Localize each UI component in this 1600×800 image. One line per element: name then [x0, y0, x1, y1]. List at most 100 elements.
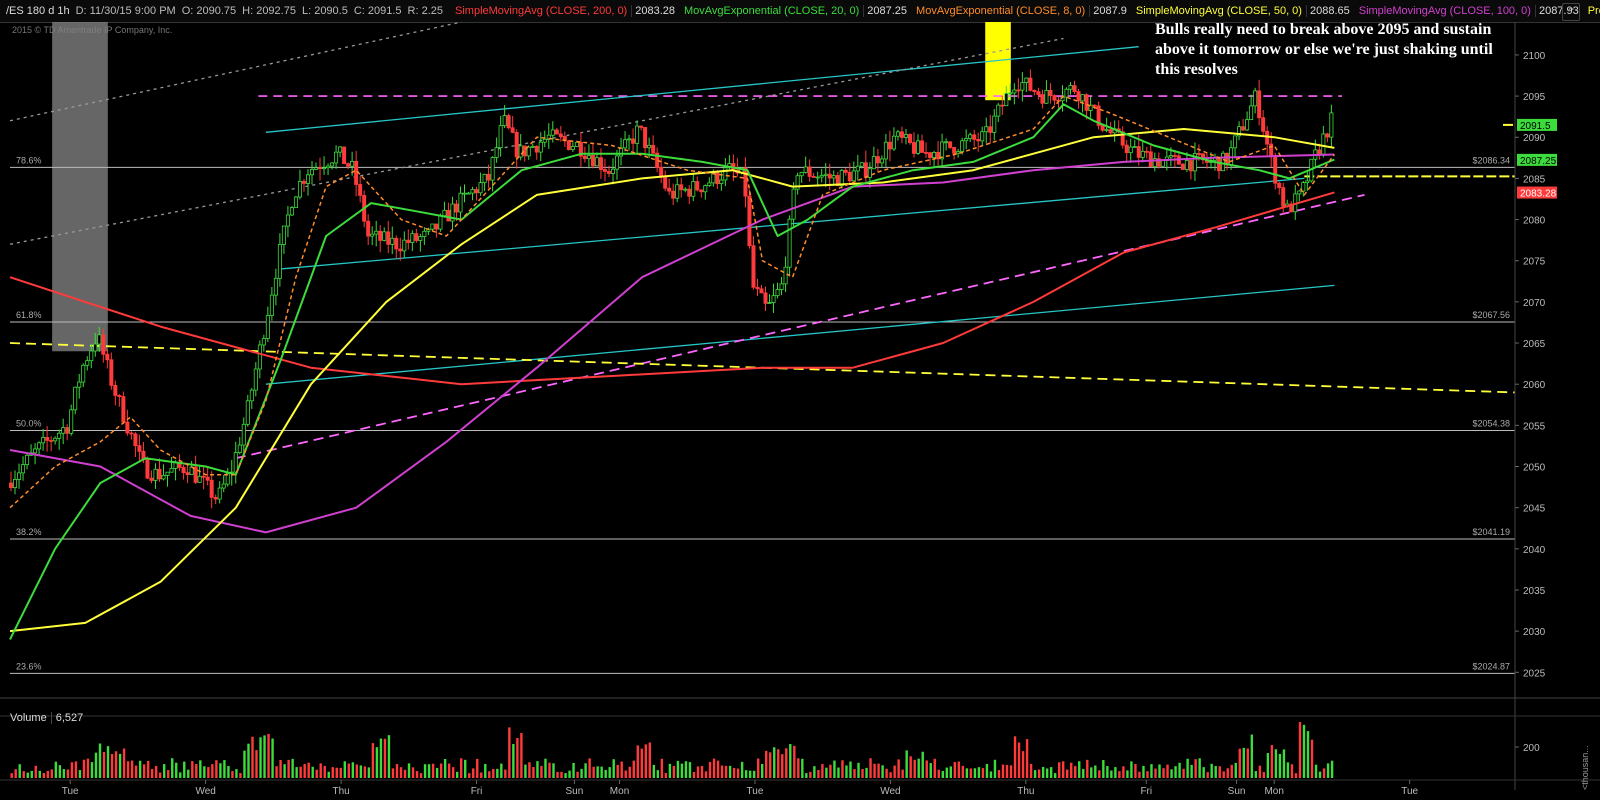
volume-bar — [1298, 722, 1302, 778]
volume-bar — [813, 766, 816, 778]
candle-body — [952, 147, 957, 154]
candle-body — [1136, 146, 1141, 158]
candle-body — [944, 141, 949, 144]
volume-bar — [1118, 771, 1121, 778]
y-tick-label: 2040 — [1523, 545, 1546, 556]
candle-body — [414, 233, 419, 241]
volume-bar — [403, 769, 407, 778]
candle-body — [1172, 155, 1177, 157]
volume-bar — [548, 762, 551, 778]
candle-body — [285, 214, 290, 227]
volume-bar — [556, 771, 559, 778]
candle-body — [940, 141, 945, 160]
candle-body — [301, 181, 306, 184]
candle-body — [522, 145, 527, 157]
volume-bar — [1194, 759, 1197, 778]
volume-bar — [708, 761, 712, 778]
y-tick-label: 2055 — [1523, 421, 1546, 432]
volume-bar — [744, 770, 748, 778]
candle-body — [875, 156, 880, 164]
volume-bar — [576, 771, 579, 778]
candle-body — [803, 166, 808, 173]
candle-body — [93, 343, 98, 352]
candle-body — [558, 133, 563, 137]
candle-body — [370, 233, 375, 237]
volume-bar — [1025, 739, 1029, 778]
volume-bar — [223, 760, 226, 778]
volume-bar — [363, 766, 367, 778]
volume-bar — [989, 771, 993, 778]
moving-average-line — [9, 191, 1335, 386]
volume-bar — [343, 761, 347, 778]
volume-bar — [235, 769, 238, 778]
volume-bar — [560, 771, 563, 778]
candle-body — [117, 395, 122, 397]
candle-body — [478, 182, 483, 194]
volume-bar — [142, 764, 146, 778]
volume-bar — [231, 771, 234, 778]
x-day-label: Wed — [195, 786, 215, 797]
candle-body — [366, 220, 371, 237]
volume-bar — [680, 763, 684, 778]
candle-body — [1180, 163, 1185, 170]
volume-bar — [1230, 764, 1233, 778]
price-chart[interactable]: 78.6% $2086.34 61.8% $2067.56 50.0% $2054.38 3… — [0, 0, 1600, 800]
volume-bar — [849, 761, 852, 778]
volume-bar — [945, 767, 949, 778]
x-day-label: Wed — [880, 786, 900, 797]
volume-bar — [1254, 771, 1258, 778]
candle-body — [161, 474, 166, 480]
volume-bar — [62, 769, 66, 778]
candle-body — [831, 175, 836, 179]
candle-body — [249, 389, 254, 402]
y-tick-label: 2065 — [1523, 339, 1546, 350]
candle-body — [1168, 155, 1173, 158]
volume-bar — [765, 750, 768, 778]
volume-bar — [468, 773, 471, 778]
volume-bar — [1170, 769, 1173, 778]
volume-bar — [728, 765, 732, 778]
candle-body — [193, 466, 198, 483]
candle-body — [1257, 90, 1262, 119]
volume-bar — [648, 742, 652, 778]
volume-bar — [195, 764, 198, 778]
volume-bar — [740, 761, 744, 778]
volume-bar — [163, 764, 166, 778]
candle-body — [1128, 146, 1133, 154]
volume-bar — [150, 768, 154, 778]
x-day-label: Mon — [610, 786, 629, 797]
volume-bar — [415, 771, 419, 778]
candle-body — [121, 396, 126, 423]
volume-bar — [423, 764, 427, 778]
candle-body — [334, 151, 339, 164]
volume-bar — [110, 754, 114, 778]
candle-body — [1048, 89, 1053, 97]
volume-bar — [889, 772, 892, 778]
volume-bar — [1286, 762, 1290, 778]
candle-body — [574, 141, 579, 147]
candle-body — [1277, 182, 1282, 188]
volume-bar — [1130, 761, 1133, 778]
candle-body — [1132, 146, 1137, 148]
volume-bar — [825, 767, 828, 778]
volume-bar — [275, 766, 278, 778]
candle-body — [815, 176, 820, 179]
candle-body — [1000, 104, 1005, 107]
volume-bar — [1029, 763, 1033, 778]
candle-body — [430, 223, 435, 230]
candle-body — [402, 239, 407, 252]
candle-body — [338, 146, 343, 153]
volume-bar — [303, 764, 306, 778]
y-tick-label: 2090 — [1523, 133, 1546, 144]
volume-bar — [251, 736, 254, 778]
volume-bar — [1045, 768, 1049, 778]
x-day-label: Mon — [1264, 786, 1283, 797]
candle-body — [318, 167, 323, 170]
y-tick-label: 2050 — [1523, 463, 1546, 474]
volume-bar — [965, 768, 969, 778]
volume-bar — [391, 768, 395, 778]
candle-body — [695, 181, 700, 191]
volume-bar — [885, 768, 888, 778]
candle-body — [462, 192, 467, 195]
candle-body — [1008, 92, 1013, 95]
